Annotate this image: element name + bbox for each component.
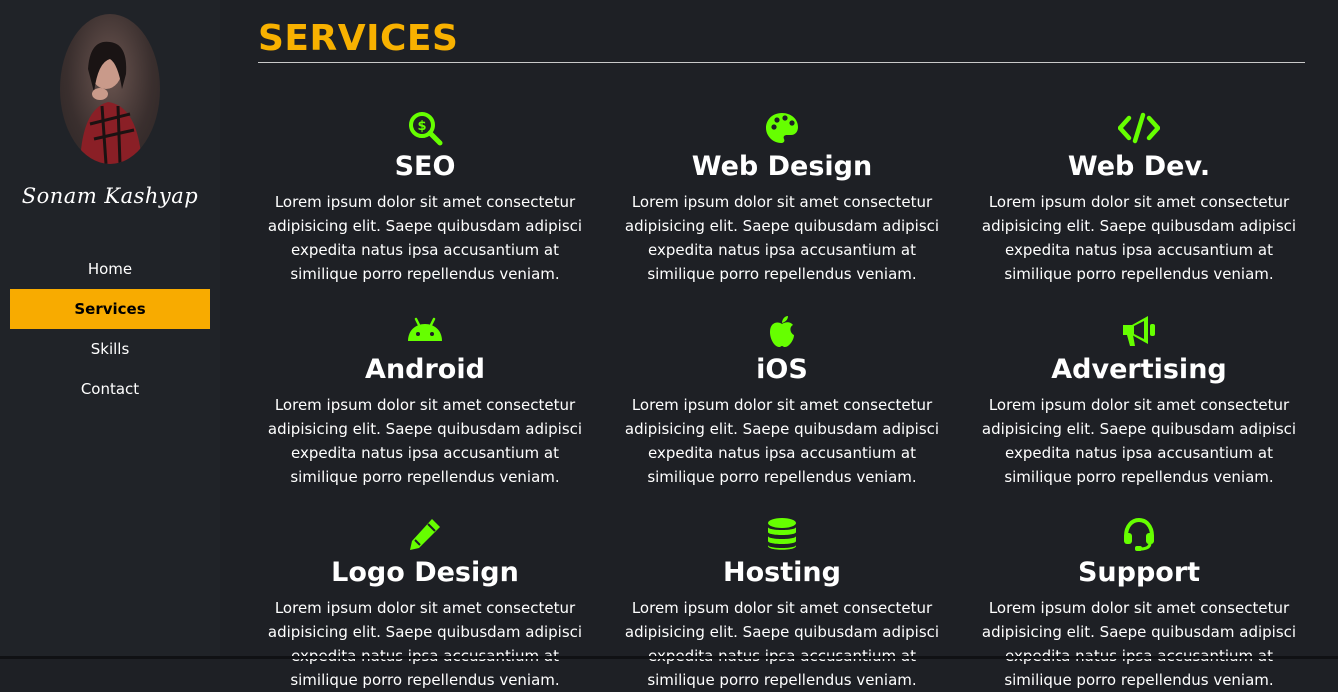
service-title: Web Design xyxy=(691,151,873,182)
database-icon xyxy=(615,514,949,554)
service-card-logo-design: Logo Design Lorem ipsum dolor sit amet c… xyxy=(258,514,592,692)
android-icon xyxy=(258,311,592,351)
service-card-support: Support Lorem ipsum dolor sit amet conse… xyxy=(972,514,1306,692)
nav-item-home[interactable]: Home xyxy=(10,249,210,289)
pencil-icon xyxy=(258,514,592,554)
avatar xyxy=(60,14,160,164)
service-title: Advertising xyxy=(1051,354,1227,385)
service-title: Support xyxy=(1077,557,1201,588)
service-card-advertising: Advertising Lorem ipsum dolor sit amet c… xyxy=(972,311,1306,489)
service-card-hosting: Hosting Lorem ipsum dolor sit amet conse… xyxy=(615,514,949,692)
service-description: Lorem ipsum dolor sit amet consectetur a… xyxy=(624,193,940,283)
service-description: Lorem ipsum dolor sit amet consectetur a… xyxy=(267,193,583,283)
page-title: SERVICES xyxy=(258,0,1305,63)
service-title: iOS xyxy=(756,354,808,385)
nav-item-skills[interactable]: Skills xyxy=(10,329,210,369)
apple-icon xyxy=(615,311,949,351)
headset-icon xyxy=(972,514,1306,554)
service-description: Lorem ipsum dolor sit amet consectetur a… xyxy=(267,396,583,486)
service-card-seo: $ SEO Lorem ipsum dolor sit amet consect… xyxy=(258,108,592,286)
sidebar: Sonam Kashyap Home Services Skills Conta… xyxy=(0,0,220,659)
service-title: Logo Design xyxy=(331,557,519,588)
search-dollar-icon: $ xyxy=(258,108,592,148)
service-title: SEO xyxy=(394,151,456,182)
code-icon xyxy=(972,108,1306,148)
megaphone-icon xyxy=(972,311,1306,351)
service-title: Web Dev. xyxy=(1067,151,1211,182)
svg-text:$: $ xyxy=(417,119,426,134)
palette-icon xyxy=(615,108,949,148)
service-description: Lorem ipsum dolor sit amet consectetur a… xyxy=(981,599,1297,689)
service-description: Lorem ipsum dolor sit amet consectetur a… xyxy=(624,396,940,486)
nav-menu: Home Services Skills Contact xyxy=(10,249,210,409)
service-title: Android xyxy=(365,354,485,385)
profile-name: Sonam Kashyap xyxy=(21,184,199,208)
service-card-web-dev: Web Dev. Lorem ipsum dolor sit amet cons… xyxy=(972,108,1306,286)
service-card-android: Android Lorem ipsum dolor sit amet conse… xyxy=(258,311,592,489)
service-description: Lorem ipsum dolor sit amet consectetur a… xyxy=(624,599,940,689)
service-description: Lorem ipsum dolor sit amet consectetur a… xyxy=(267,599,583,689)
nav-item-services[interactable]: Services xyxy=(10,289,210,329)
service-title: Hosting xyxy=(723,557,841,588)
service-description: Lorem ipsum dolor sit amet consectetur a… xyxy=(981,193,1297,283)
main-content: SERVICES $ SEO Lorem ipsum dolor sit ame… xyxy=(258,0,1305,689)
nav-item-contact[interactable]: Contact xyxy=(10,369,210,409)
service-description: Lorem ipsum dolor sit amet consectetur a… xyxy=(981,396,1297,486)
service-card-web-design: Web Design Lorem ipsum dolor sit amet co… xyxy=(615,108,949,286)
service-card-ios: iOS Lorem ipsum dolor sit amet consectet… xyxy=(615,311,949,489)
